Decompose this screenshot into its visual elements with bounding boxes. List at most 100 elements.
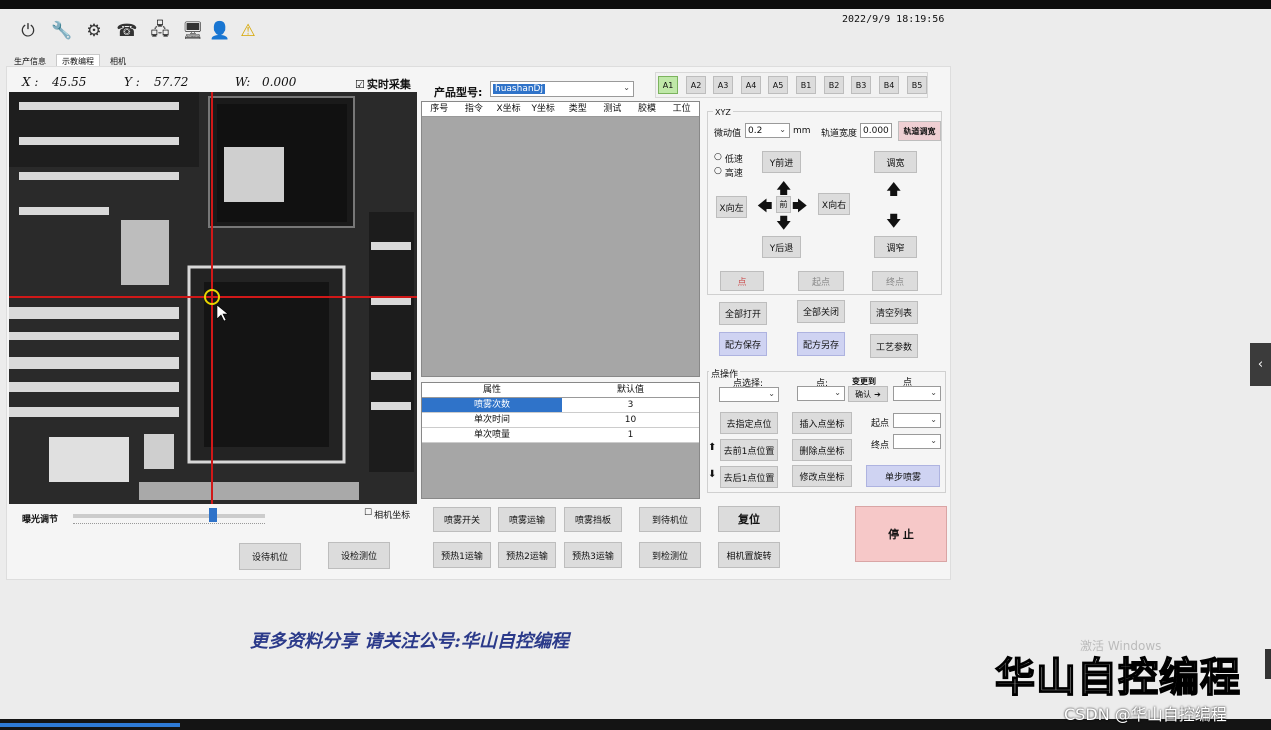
point-button[interactable]: 点 [720, 271, 764, 291]
arrow-down-icon[interactable]: 🡇 [776, 213, 791, 238]
track-adjust-button[interactable]: 轨道调宽 [898, 121, 941, 141]
realtime-toggle[interactable]: ☑ 实时采集 [355, 76, 411, 92]
narrow-button[interactable]: 调窄 [874, 236, 917, 258]
side-collapse-tab[interactable]: ‹ [1250, 343, 1271, 386]
start-select[interactable]: ⌄ [893, 413, 941, 428]
goto-point-button[interactable]: 去指定点位 [720, 412, 778, 434]
widen-arrow-up-icon[interactable]: 🡅 [886, 179, 901, 204]
slot-a2[interactable]: A2 [686, 76, 706, 94]
up-small-icon[interactable]: ⬆ [708, 442, 716, 453]
delete-coord-button[interactable]: 删除点坐标 [792, 439, 852, 461]
end-point-button[interactable]: 终点 [872, 271, 918, 291]
insert-coord-button[interactable]: 插入点坐标 [792, 412, 852, 434]
single-spray-button[interactable]: 单步喷雾 [866, 465, 940, 487]
clear-list-button[interactable]: 清空列表 [870, 301, 918, 324]
slot-b3[interactable]: B3 [851, 76, 871, 94]
program-grid[interactable]: 序号 指令 X坐标 Y坐标 类型 测试 胶模 工位 [421, 101, 700, 377]
slot-a5[interactable]: A5 [768, 76, 788, 94]
x-left-button[interactable]: X向左 [716, 196, 747, 218]
power-icon[interactable]: ⏻ [17, 20, 39, 42]
scroll-handle[interactable] [1265, 649, 1271, 679]
arrow-right-icon[interactable]: 🡆 [792, 196, 808, 221]
slot-b1[interactable]: B1 [796, 76, 816, 94]
monitor-icon[interactable]: 🖥 [182, 20, 204, 42]
speed-low-option[interactable]: ○ 低速 [714, 152, 743, 165]
y-forward-button[interactable]: Y前进 [762, 151, 801, 173]
preheat3-button[interactable]: 预热3运输 [564, 542, 622, 568]
wrench-icon[interactable]: 🔧 [51, 20, 73, 42]
to-inspect-button[interactable]: 到检测位 [639, 542, 701, 568]
confirm-label: 确认 [855, 389, 872, 399]
camera-view[interactable] [9, 92, 417, 504]
param-value[interactable]: 10 [562, 413, 699, 427]
target-point-select[interactable]: ⌄ [893, 386, 941, 401]
modify-coord-button[interactable]: 修改点坐标 [792, 465, 852, 487]
table-row[interactable]: 单次喷量 1 [422, 428, 699, 443]
stop-button[interactable]: 停 止 [855, 506, 947, 562]
table-row[interactable]: 喷雾次数 3 [422, 398, 699, 413]
product-label: 产品型号: [434, 86, 483, 99]
point-select[interactable]: ⌄ [719, 387, 779, 402]
slot-a4[interactable]: A4 [741, 76, 761, 94]
checkbox-checked-icon[interactable]: ☑ [355, 78, 365, 91]
close-all-button[interactable]: 全部关闭 [797, 300, 845, 323]
y-back-button[interactable]: Y后退 [762, 236, 801, 258]
checkbox-unchecked-icon[interactable]: ☐ [364, 508, 372, 521]
param-value[interactable]: 3 [562, 398, 699, 412]
slot-b4[interactable]: B4 [879, 76, 899, 94]
radio-icon[interactable]: ○ [714, 152, 722, 165]
speed-high-option[interactable]: ○ 高速 [714, 166, 743, 179]
process-params-button[interactable]: 工艺参数 [870, 334, 918, 358]
slot-a3[interactable]: A3 [713, 76, 733, 94]
set-inspect-button[interactable]: 设检测位 [328, 542, 390, 569]
arrow-left-icon[interactable]: 🡄 [757, 196, 773, 221]
video-progress[interactable] [0, 723, 180, 727]
spray-switch-button[interactable]: 喷雾开关 [433, 507, 491, 532]
reset-button[interactable]: 复位 [718, 506, 780, 532]
radio-icon[interactable]: ○ [714, 166, 722, 179]
confirm-button[interactable]: 确认 ➔ [848, 386, 888, 402]
to-standby-button[interactable]: 到待机位 [639, 507, 701, 532]
track-input[interactable]: 0.000 [860, 123, 892, 138]
slot-b5[interactable]: B5 [907, 76, 927, 94]
product-select[interactable]: huashanDj ⌄ [490, 81, 634, 97]
user-icon[interactable]: 👤 [209, 20, 231, 42]
col-test: 测试 [603, 104, 622, 114]
slot-a1[interactable]: A1 [658, 76, 678, 94]
goto-prev-button[interactable]: 去前1点位置 [720, 439, 778, 461]
step-label: 微动值 [714, 129, 742, 139]
preheat1-button[interactable]: 预热1运输 [433, 542, 491, 568]
open-all-button[interactable]: 全部打开 [719, 302, 767, 325]
slot-b2[interactable]: B2 [824, 76, 844, 94]
camera-rotate-button[interactable]: 相机置旋转 [718, 542, 780, 568]
warning-icon[interactable]: ⚠ [237, 20, 259, 42]
step-value: 0.2 [748, 125, 763, 136]
table-row[interactable]: 单次时间 10 [422, 413, 699, 428]
goto-next-button[interactable]: 去后1点位置 [720, 466, 778, 488]
exposure-slider[interactable] [73, 514, 265, 518]
camera-coords-toggle[interactable]: ☐ 相机坐标 [364, 508, 410, 521]
param-table[interactable]: 属性 默认值 喷雾次数 3 单次时间 10 单次喷量 1 [421, 382, 700, 499]
start-point-button[interactable]: 起点 [798, 271, 844, 291]
save-recipe-button[interactable]: 配方保存 [719, 332, 767, 356]
down-small-icon[interactable]: ⬇ [708, 469, 716, 480]
exposure-slider-thumb[interactable] [209, 508, 218, 522]
network-icon[interactable]: 🖧 [149, 20, 171, 42]
end-select[interactable]: ⌄ [893, 434, 941, 449]
set-standby-button[interactable]: 设待机位 [239, 543, 301, 570]
step-select[interactable]: 0.2 ⌄ [745, 123, 790, 138]
save-as-recipe-button[interactable]: 配方另存 [797, 332, 845, 356]
gear-icon[interactable]: ⚙ [83, 20, 105, 42]
narrow-arrow-down-icon[interactable]: 🡇 [886, 211, 901, 236]
preheat2-button[interactable]: 预热2运输 [498, 542, 556, 568]
spray-baffle-button[interactable]: 喷雾挡板 [564, 507, 622, 532]
center-button[interactable]: 前 [776, 196, 791, 213]
param-value[interactable]: 1 [562, 428, 699, 442]
spray-run-button[interactable]: 喷雾运输 [498, 507, 556, 532]
col-command: 指令 [464, 104, 483, 114]
param-name: 单次喷量 [473, 430, 510, 440]
phone-icon[interactable]: ☎ [116, 20, 138, 42]
x-right-button[interactable]: X向右 [818, 193, 850, 215]
point-type-select[interactable]: ⌄ [797, 386, 845, 401]
widen-button[interactable]: 调宽 [874, 151, 917, 173]
